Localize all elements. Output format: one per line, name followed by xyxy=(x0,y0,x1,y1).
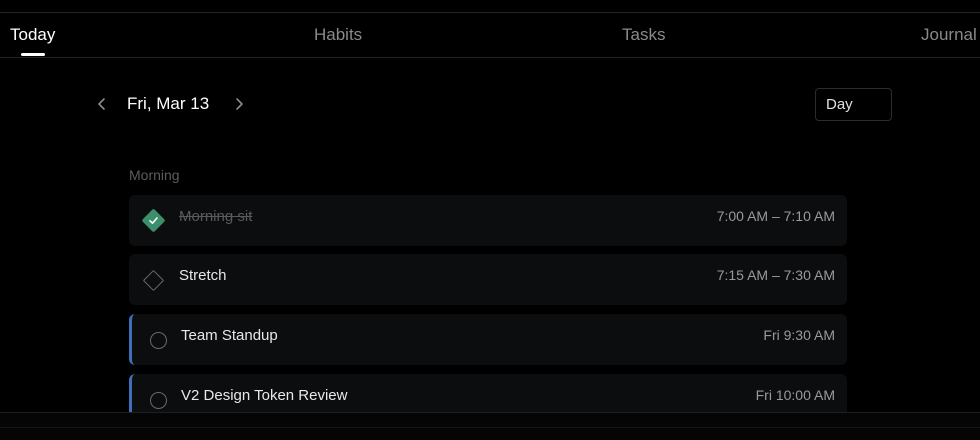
list-item[interactable]: Team Standup Fri 9:30 AM xyxy=(129,314,847,365)
date-navigation: Fri, Mar 13 Day xyxy=(0,86,980,124)
item-time: Fri 10:00 AM xyxy=(755,387,835,403)
view-mode-select[interactable]: Day xyxy=(815,88,892,121)
item-title: V2 Design Token Review xyxy=(181,387,348,404)
item-title: Team Standup xyxy=(181,327,278,344)
tab-today[interactable]: Today xyxy=(10,13,55,57)
section-label: Morning xyxy=(129,167,180,183)
divider xyxy=(0,427,980,428)
item-title: Morning sit xyxy=(179,208,253,225)
checkmark-icon xyxy=(149,217,158,224)
tab-journal[interactable]: Journal xyxy=(921,13,977,57)
tab-tasks[interactable]: Tasks xyxy=(622,13,665,57)
current-date: Fri, Mar 13 xyxy=(127,94,210,113)
circle-checkbox-icon[interactable] xyxy=(150,332,167,349)
bottom-bar xyxy=(0,412,980,440)
diamond-checkbox-icon[interactable] xyxy=(142,269,165,292)
active-tab-indicator xyxy=(21,53,45,56)
item-time: 7:15 AM – 7:30 AM xyxy=(716,267,835,283)
next-day-button[interactable] xyxy=(227,92,251,116)
circle-checkbox-icon[interactable] xyxy=(150,392,167,409)
list-item[interactable]: Morning sit 7:00 AM – 7:10 AM xyxy=(129,195,847,246)
item-time: Fri 9:30 AM xyxy=(763,327,835,343)
item-title: Stretch xyxy=(179,267,227,284)
list-item[interactable]: Stretch 7:15 AM – 7:30 AM xyxy=(129,254,847,305)
tab-habits[interactable]: Habits xyxy=(314,13,362,57)
tab-bar: Today Habits Tasks Journal xyxy=(0,12,980,58)
completed-checkbox[interactable] xyxy=(141,208,166,233)
prev-day-button[interactable] xyxy=(90,92,114,116)
chevron-left-icon xyxy=(98,98,105,110)
app-frame: Today Habits Tasks Journal Fri, Mar 13 D… xyxy=(0,0,980,440)
chevron-right-icon xyxy=(236,98,243,110)
item-time: 7:00 AM – 7:10 AM xyxy=(716,208,835,224)
